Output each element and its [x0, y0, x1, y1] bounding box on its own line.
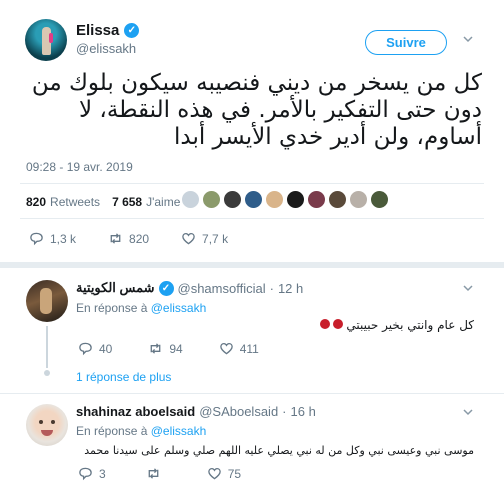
liker-avatar[interactable]	[286, 190, 305, 209]
retweet-button[interactable]: 94	[148, 341, 183, 356]
main-tweet: Elissa ✓ @elissakh Suivre كل من يسخر من …	[0, 0, 504, 262]
retweet-icon	[148, 468, 159, 479]
retweet-icon	[110, 233, 121, 244]
chevron-down-icon[interactable]	[463, 34, 473, 44]
heart-icon	[207, 467, 221, 480]
reply-count: 1,3 k	[50, 231, 77, 246]
heart-icon	[219, 342, 233, 355]
tweet-text: كل من يسخر من ديني فنصيبه سيكون بلوك من …	[31, 70, 482, 150]
reply-text: موسى نبي وعيسى نبي وكل من له نبي يصلي عل…	[84, 444, 474, 457]
avatar[interactable]	[25, 19, 67, 61]
chevron-down-icon[interactable]	[463, 407, 473, 417]
thread-line	[46, 326, 48, 368]
liker-avatar[interactable]	[202, 190, 221, 209]
reply-header: شمس الكويتية ✓ @shamsofficial · 12 h	[76, 280, 304, 296]
chevron-down-icon[interactable]	[463, 283, 473, 293]
retweet-count: 820	[129, 231, 150, 246]
reply-button[interactable]: 1,3 k	[29, 231, 76, 246]
rose-emoji-icon	[332, 319, 343, 329]
author-row: Elissa ✓	[76, 22, 140, 39]
reply-icon	[30, 232, 43, 246]
reply-author-name[interactable]: شمس الكويتية	[76, 280, 155, 296]
in-reply-prefix: En réponse à	[76, 301, 148, 315]
like-button[interactable]: 7,7 k	[181, 231, 228, 246]
reply-icon	[79, 467, 92, 481]
rose-emoji-icon	[319, 319, 330, 329]
reply-author-handle[interactable]: @shamsofficial	[178, 281, 266, 296]
reply-text-content: كل عام وانتي بخير حبيبتي	[346, 318, 474, 332]
verified-icon: ✓	[158, 280, 174, 296]
reply-count: 3	[99, 466, 106, 481]
likes-count[interactable]: 7 658	[112, 195, 142, 209]
reply-button[interactable]: 3	[78, 466, 106, 481]
reply-text: كل عام وانتي بخير حبيبتي	[76, 318, 474, 332]
author-handle[interactable]: @elissakh	[76, 41, 136, 56]
liker-avatar[interactable]	[370, 190, 389, 209]
follow-button[interactable]: Suivre	[365, 30, 447, 55]
liker-avatar[interactable]	[307, 190, 326, 209]
tweet-timestamp[interactable]: 09:28 - 19 avr. 2019	[26, 160, 133, 174]
avatar[interactable]	[26, 404, 68, 446]
author-name[interactable]: Elissa	[76, 22, 119, 39]
reply-button[interactable]: 40	[78, 341, 112, 356]
retweet-button[interactable]: 820	[108, 231, 149, 246]
in-reply-to: En réponse à @elissakh	[76, 301, 206, 315]
liker-avatar[interactable]	[244, 190, 263, 209]
like-button[interactable]: 411	[219, 341, 259, 356]
reply-author-name[interactable]: shahinaz aboelsaid	[76, 404, 195, 419]
reply-tweet[interactable]: شمس الكويتية ✓ @shamsofficial · 12 h En …	[0, 268, 504, 393]
reply-icon	[79, 342, 92, 356]
retweet-count: 94	[169, 341, 183, 356]
reply-count: 40	[99, 341, 113, 356]
reply-header: shahinaz aboelsaid @SAboelsaid · 16 h	[76, 404, 316, 419]
like-count: 7,7 k	[202, 231, 229, 246]
more-replies-link[interactable]: 1 réponse de plus	[76, 370, 171, 384]
in-reply-link[interactable]: @elissakh	[151, 301, 207, 315]
like-count: 411	[239, 341, 259, 356]
likes-label[interactable]: J'aime	[146, 195, 180, 209]
liker-avatar[interactable]	[349, 190, 368, 209]
in-reply-prefix: En réponse à	[76, 424, 148, 438]
reply-time[interactable]: 16 h	[291, 404, 316, 419]
tweet-actions: 1,3 k 820 7,7 k	[29, 231, 228, 246]
heart-icon	[182, 232, 195, 245]
retweets-label[interactable]: Retweets	[50, 195, 100, 209]
in-reply-to: En réponse à @elissakh	[76, 424, 206, 438]
tweet-stats: 820 Retweets 7 658 J'aime	[26, 195, 180, 209]
in-reply-link[interactable]: @elissakh	[151, 424, 207, 438]
like-button[interactable]: 75	[207, 466, 241, 481]
retweet-icon	[150, 343, 161, 354]
divider	[20, 218, 484, 219]
verified-icon: ✓	[124, 23, 140, 38]
liker-avatar[interactable]	[328, 190, 347, 209]
likers-avatars	[181, 190, 389, 209]
avatar[interactable]	[26, 280, 68, 322]
divider	[20, 183, 484, 184]
retweet-button[interactable]	[146, 466, 167, 481]
reply-actions: 3 75	[78, 466, 241, 481]
liker-avatar[interactable]	[181, 190, 200, 209]
liker-avatar[interactable]	[223, 190, 242, 209]
retweets-count[interactable]: 820	[26, 195, 46, 209]
reply-author-handle[interactable]: @SAboelsaid	[199, 404, 278, 419]
reply-tweet[interactable]: shahinaz aboelsaid @SAboelsaid · 16 h En…	[0, 394, 504, 489]
like-count: 75	[227, 466, 242, 481]
thread-dot	[44, 370, 50, 376]
reply-time[interactable]: 12 h	[278, 281, 303, 296]
reply-actions: 40 94 411	[78, 341, 259, 356]
liker-avatar[interactable]	[265, 190, 284, 209]
